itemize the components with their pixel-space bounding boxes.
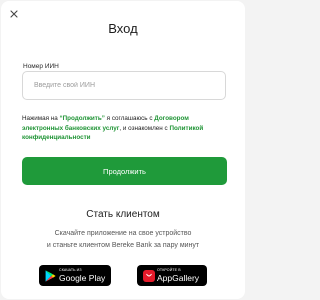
appgallery-badge-name: AppGallery <box>157 272 200 283</box>
continue-button[interactable]: Продолжить <box>22 157 227 185</box>
appgallery-badge[interactable]: ОТКРОЙТЕ В AppGallery <box>137 265 207 286</box>
login-modal: Вход Номер ИИН Нажимая на “Продолжить” я… <box>1 1 245 299</box>
become-client-title: Стать клиентом <box>86 209 160 220</box>
google-play-icon <box>42 269 59 282</box>
modal-title: Вход <box>108 21 138 36</box>
iin-field-label: Номер ИИН <box>23 63 59 70</box>
consent-text: Нажимая на “Продолжить” я соглашаюсь с Д… <box>22 114 228 143</box>
consent-text-part1: Нажимая на <box>22 115 60 122</box>
huawei-appgallery-icon <box>140 269 157 282</box>
become-client-description-line1: Скачайте приложение на свое устройство <box>54 230 192 237</box>
close-button[interactable] <box>7 7 21 21</box>
become-client-description-line2: и станьте клиентом Bereke Bank за пару м… <box>46 241 200 249</box>
consent-text-part3: , и ознакомлен с <box>119 124 170 132</box>
appgallery-badge-caption: ОТКРОЙТЕ В <box>157 267 181 272</box>
consent-text-part2: я соглашаюсь с <box>104 115 155 122</box>
close-icon <box>10 10 18 18</box>
become-client-description: Скачайте приложение на свое устройство и… <box>1 228 245 251</box>
iin-input[interactable] <box>22 71 226 100</box>
consent-button-reference: “Продолжить” <box>59 115 105 122</box>
google-play-badge-name: Google Play <box>59 272 106 283</box>
google-play-badge-caption: СКАЧАТЬ ИЗ <box>59 267 82 272</box>
google-play-badge[interactable]: СКАЧАТЬ ИЗ Google Play <box>39 265 111 286</box>
